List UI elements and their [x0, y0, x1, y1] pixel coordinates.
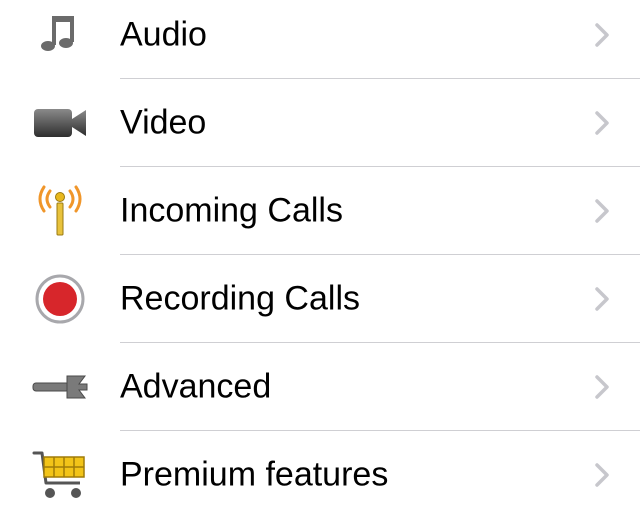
settings-item-video[interactable]: Video: [0, 79, 640, 167]
settings-item-label: Premium features: [120, 455, 389, 494]
antenna-icon: [30, 181, 90, 241]
chevron-right-icon: [595, 463, 609, 487]
chevron-right-icon: [595, 199, 609, 223]
record-icon: [30, 269, 90, 329]
chevron-right-icon: [595, 375, 609, 399]
settings-item-label: Audio: [120, 15, 207, 54]
chevron-right-icon: [595, 23, 609, 47]
settings-item-premium-features[interactable]: Premium features: [0, 431, 640, 510]
wrench-icon: [30, 357, 90, 417]
settings-item-label: Recording Calls: [120, 279, 360, 318]
settings-item-incoming-calls[interactable]: Incoming Calls: [0, 167, 640, 255]
settings-item-label: Advanced: [120, 367, 272, 406]
shopping-cart-icon: [30, 445, 90, 505]
settings-item-recording-calls[interactable]: Recording Calls: [0, 255, 640, 343]
chevron-right-icon: [595, 111, 609, 135]
settings-item-label: Video: [120, 103, 207, 142]
video-camera-icon: [30, 93, 90, 153]
settings-item-advanced[interactable]: Advanced: [0, 343, 640, 431]
chevron-right-icon: [595, 287, 609, 311]
music-note-icon: [30, 5, 90, 65]
settings-list: Audio Video Incoming Calls Recording Cal…: [0, 0, 640, 510]
settings-item-audio[interactable]: Audio: [0, 0, 640, 79]
settings-item-label: Incoming Calls: [120, 191, 343, 230]
